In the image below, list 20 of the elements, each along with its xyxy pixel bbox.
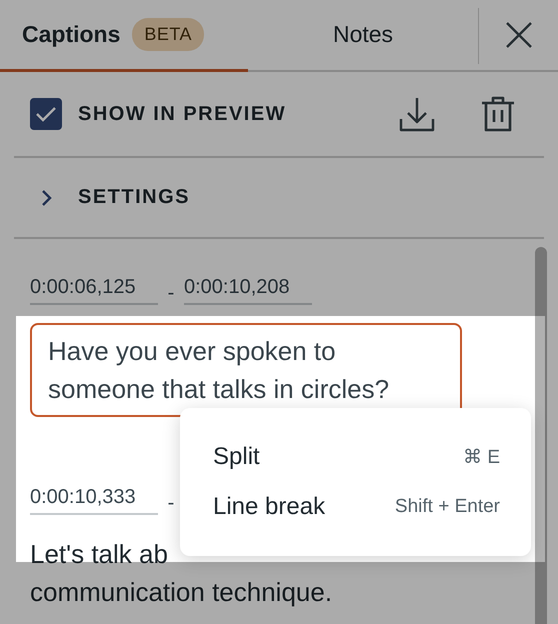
- check-icon: [35, 105, 57, 123]
- checkbox[interactable]: [30, 98, 62, 130]
- tab[interactable]: Captions BETA: [0, 0, 248, 72]
- checkbox-label: SHOW IN PREVIEW: [78, 102, 286, 126]
- shortcut-label: ⌘ E: [463, 446, 500, 469]
- settings-label[interactable]: SETTINGS: [78, 186, 190, 209]
- shortcut-label: Shift + Enter: [394, 496, 500, 518]
- dash: -: [166, 282, 176, 305]
- trash-icon[interactable]: [480, 95, 516, 133]
- beta-badge: BETA: [132, 18, 204, 51]
- start-time-field[interactable]: 0:00:06,125: [30, 276, 158, 305]
- start-time-field[interactable]: 0:00:10,333: [30, 486, 158, 515]
- close-icon[interactable]: [504, 21, 532, 49]
- scrollbar[interactable]: [535, 247, 547, 624]
- download-icon[interactable]: [398, 95, 436, 133]
- dash: -: [166, 492, 176, 515]
- end-time-field[interactable]: 0:00:10,208: [184, 276, 312, 305]
- tab[interactable]: Notes: [248, 0, 478, 72]
- menu-item[interactable]: Line break: [213, 493, 326, 521]
- menu-item[interactable]: Split: [213, 443, 260, 471]
